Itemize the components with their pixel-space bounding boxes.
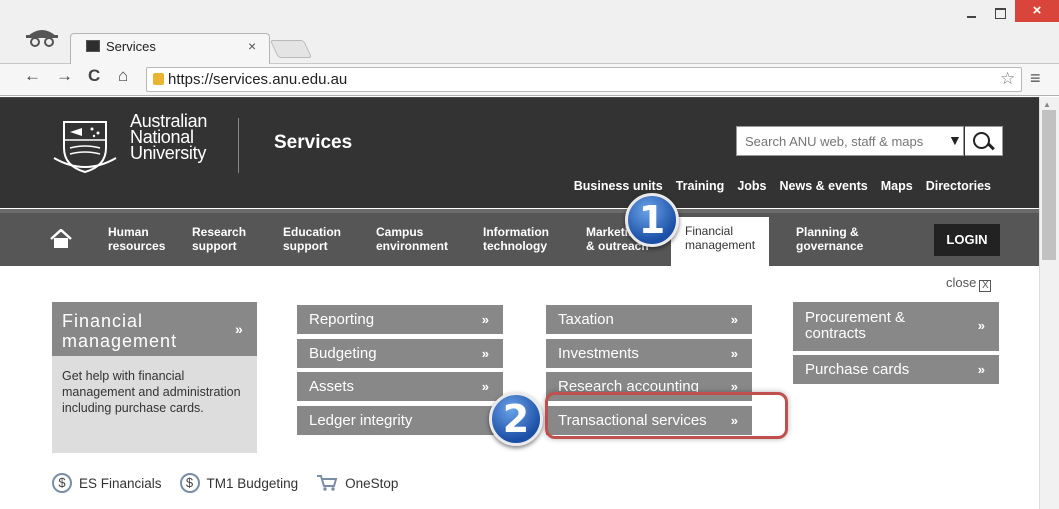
menu-label: Taxation	[558, 311, 614, 328]
dollar-icon: $	[52, 473, 72, 493]
site-header: Australian National University Services …	[0, 97, 1039, 208]
uni-line-3: University	[130, 143, 207, 163]
search-scope-dropdown-icon[interactable]: ▼	[948, 132, 962, 148]
shortcut-label: OneStop	[345, 475, 399, 491]
financial-management-heading[interactable]: Financial management »	[52, 302, 257, 356]
shortcut-links: $ ES Financials $ TM1 Budgeting OneStop	[52, 473, 398, 493]
double-chevron-icon: »	[481, 312, 489, 327]
menu-assets[interactable]: Assets »	[297, 372, 503, 401]
menu-label: Assets	[309, 378, 355, 395]
menu-taxation[interactable]: Taxation »	[546, 305, 752, 334]
menu-label: Reporting	[309, 311, 375, 328]
nav-research-support[interactable]: Research support	[192, 225, 246, 253]
shortcut-onestop[interactable]: OneStop	[316, 474, 398, 492]
reload-icon[interactable]: C	[88, 66, 100, 86]
menu-label: Budgeting	[309, 345, 377, 362]
bookmark-star-icon[interactable]: ☆	[1000, 69, 1015, 89]
browser-tab[interactable]	[70, 33, 270, 64]
site-favicon-icon	[86, 40, 100, 52]
shortcut-tm1-budgeting[interactable]: $ TM1 Budgeting	[179, 473, 299, 493]
menu-investments[interactable]: Investments »	[546, 339, 752, 368]
menu-procurement-contracts[interactable]: Procurement & contracts »	[793, 302, 999, 351]
home-icon[interactable]: ⌂	[118, 66, 128, 86]
double-chevron-icon: »	[730, 312, 738, 327]
callout-badge-1: 1	[625, 193, 679, 247]
main-nav: Human resources Research support Educati…	[0, 209, 1039, 266]
link-directories[interactable]: Directories	[926, 179, 991, 193]
menu-budgeting[interactable]: Budgeting »	[297, 339, 503, 368]
site-title[interactable]: Services	[274, 132, 352, 154]
close-icon: X	[979, 280, 992, 292]
shortcut-label: TM1 Budgeting	[206, 475, 299, 491]
dollar-icon: $	[179, 473, 200, 493]
menu-purchase-cards[interactable]: Purchase cards »	[793, 355, 999, 384]
window-close-button[interactable]: ×	[1015, 0, 1059, 22]
scroll-up-arrow-icon[interactable]: ▲	[1043, 100, 1051, 109]
maximize-button[interactable]	[988, 4, 1012, 22]
link-jobs[interactable]: Jobs	[737, 179, 766, 193]
link-business-units[interactable]: Business units	[574, 179, 663, 193]
tab-close-icon[interactable]: ×	[248, 38, 256, 54]
web-page: Australian National University Services …	[0, 97, 1039, 509]
menu-reporting[interactable]: Reporting »	[297, 305, 503, 334]
login-button[interactable]: LOGIN	[934, 224, 1000, 256]
link-maps[interactable]: Maps	[881, 179, 913, 193]
anu-crest-icon[interactable]	[52, 114, 118, 176]
back-icon[interactable]: ←	[24, 66, 41, 86]
menu-ledger-integrity[interactable]: Ledger integrity	[297, 406, 503, 435]
tab-title[interactable]: Services	[106, 39, 156, 54]
cart-icon	[317, 475, 338, 491]
section-arrow-icon: »	[235, 321, 243, 337]
link-news-events[interactable]: News & events	[780, 179, 868, 193]
callout-badge-2: 2	[489, 392, 543, 446]
nav-financial-management[interactable]: Financial management	[671, 217, 770, 266]
close-panel-link[interactable]: close X	[946, 275, 992, 292]
scrollbar-thumb[interactable]	[1042, 110, 1056, 260]
search-icon[interactable]	[965, 126, 1003, 156]
university-name[interactable]: Australian National University	[130, 112, 207, 163]
double-chevron-icon: »	[481, 379, 489, 394]
nav-human-resources[interactable]: Human resources	[108, 225, 165, 253]
double-chevron-icon: »	[730, 346, 738, 361]
browser-menu-icon[interactable]: ≡	[1030, 68, 1041, 89]
section-title: Financial management	[62, 311, 178, 351]
minimize-button[interactable]	[960, 4, 984, 22]
search-box[interactable]	[736, 126, 964, 156]
top-links: Business units Training Jobs News & even…	[574, 179, 991, 193]
home-nav-icon[interactable]	[50, 229, 72, 249]
menu-label: Ledger integrity	[309, 412, 413, 429]
shortcut-label: ES Financials	[79, 475, 162, 491]
menu-label: Procurement & contracts	[805, 309, 906, 342]
url-text[interactable]: https://services.anu.edu.au	[168, 71, 347, 88]
link-training[interactable]: Training	[676, 179, 725, 193]
highlight-ring	[545, 392, 788, 439]
search-input[interactable]	[737, 127, 943, 155]
forward-icon[interactable]: →	[56, 66, 73, 86]
lock-warning-icon[interactable]	[153, 73, 164, 85]
double-chevron-icon: »	[977, 362, 985, 377]
menu-label: Purchase cards	[805, 361, 910, 378]
incognito-icon	[26, 30, 58, 47]
close-label: close	[946, 275, 977, 290]
nav-campus-environment[interactable]: Campus environment	[376, 225, 448, 253]
header-divider	[238, 118, 239, 173]
double-chevron-icon: »	[977, 318, 985, 333]
double-chevron-icon: »	[481, 346, 489, 361]
section-description: Get help with financial management and a…	[52, 356, 257, 453]
nav-planning-governance[interactable]: Planning & governance	[796, 225, 863, 253]
shortcut-es-financials[interactable]: $ ES Financials	[52, 473, 162, 493]
menu-label: Investments	[558, 345, 639, 362]
nav-information-technology[interactable]: Information technology	[483, 225, 549, 253]
nav-education-support[interactable]: Education support	[283, 225, 341, 253]
